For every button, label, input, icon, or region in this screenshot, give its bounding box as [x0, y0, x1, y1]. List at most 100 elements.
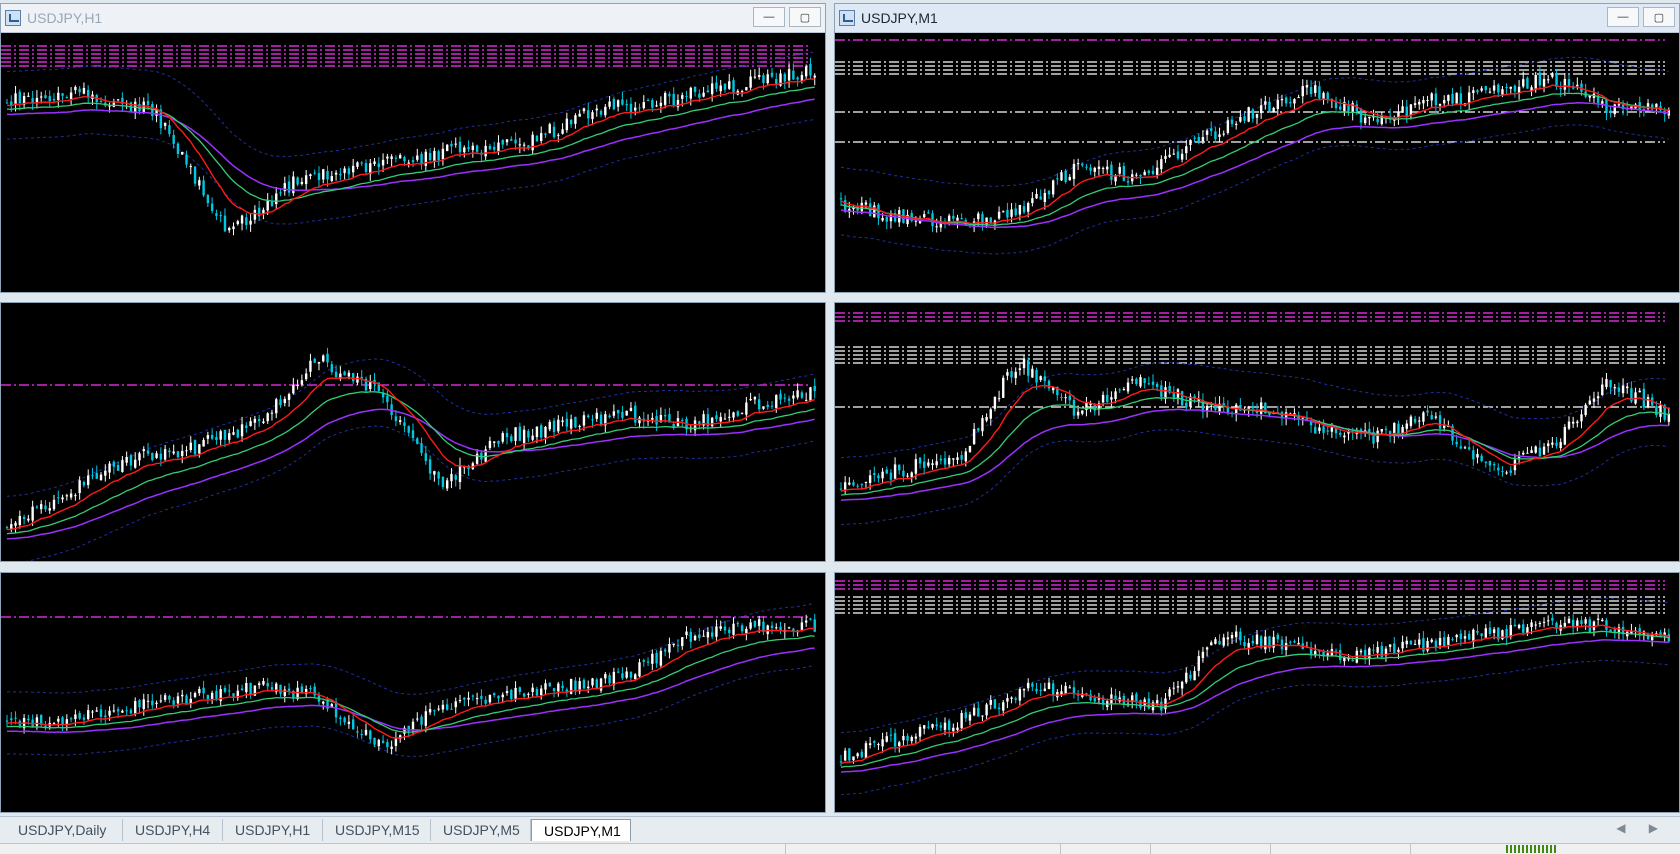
candle-body [437, 708, 440, 710]
candle-body [1522, 452, 1525, 455]
ma-mid-line [840, 630, 1669, 768]
candle-body [104, 470, 107, 476]
candle-body [977, 213, 980, 220]
candle-body [702, 92, 705, 97]
candle-body [463, 697, 466, 700]
price-chart[interactable] [835, 32, 1679, 292]
ma-slow-line [840, 102, 1669, 229]
candle-body [339, 173, 342, 176]
maximize-button[interactable]: ▢ [1643, 7, 1675, 27]
tab-usdjpy-m15[interactable]: USDJPY,M15 [323, 819, 431, 841]
candle-body [1064, 397, 1067, 399]
chart-window-4[interactable] [834, 302, 1680, 562]
chart-window-usdjpy-m1[interactable]: USDJPY,M1 — ▢ [834, 3, 1680, 293]
chart-window-5[interactable] [0, 572, 826, 813]
candle-body [1405, 640, 1408, 645]
candle-body [698, 93, 701, 98]
candle-body [61, 497, 64, 500]
candle-body [655, 105, 658, 107]
minimize-button[interactable]: — [1607, 7, 1639, 27]
candle-body [163, 449, 167, 460]
price-chart[interactable] [1, 32, 825, 292]
chart-window-titlebar[interactable]: USDJPY,M1 — ▢ [835, 4, 1679, 33]
candle-body [240, 688, 244, 691]
candle-body [1467, 92, 1471, 103]
candle-body [792, 395, 795, 399]
bollinger-lower [840, 429, 1669, 526]
candle-body [1068, 395, 1071, 401]
chart-window-6[interactable] [834, 572, 1680, 813]
price-chart[interactable] [1, 303, 825, 561]
candle-body [1226, 120, 1230, 133]
candlestick-chart[interactable] [835, 573, 1679, 812]
candle-body [595, 412, 598, 419]
candle-body [839, 488, 843, 490]
candle-body [1151, 381, 1155, 385]
candle-body [1010, 371, 1013, 378]
candle-body [262, 421, 265, 423]
candle-body [1293, 641, 1296, 643]
candle-body [1085, 166, 1088, 168]
candle-body [14, 93, 17, 105]
candlestick-chart[interactable] [835, 32, 1679, 292]
candle-body [215, 436, 218, 441]
candle-body [1022, 689, 1026, 691]
tab-usdjpy-h1[interactable]: USDJPY,H1 [223, 819, 323, 841]
candle-body [1380, 429, 1383, 432]
candle-body [770, 72, 774, 77]
candle-body [1068, 177, 1071, 181]
candle-body [155, 453, 158, 459]
minimize-button[interactable]: — [753, 7, 785, 27]
candle-body [906, 475, 909, 477]
candle-body [14, 717, 17, 719]
maximize-button[interactable]: ▢ [789, 7, 821, 27]
candle-body [1588, 400, 1591, 405]
candle-body [1551, 73, 1554, 77]
price-chart[interactable] [1, 573, 825, 812]
tab-usdjpy-daily[interactable]: USDJPY,Daily [6, 819, 123, 841]
chart-window-titlebar[interactable]: USDJPY,H1 — ▢ [1, 4, 825, 33]
chart-window-usdjpy-h1[interactable]: USDJPY,H1 — ▢ [0, 3, 826, 293]
candle-body [275, 193, 278, 205]
price-chart[interactable] [835, 303, 1679, 561]
candle-body [1164, 155, 1167, 159]
candle-body [753, 396, 757, 400]
candlestick-chart[interactable] [1, 303, 825, 561]
candle-body [228, 690, 231, 692]
candle-body [770, 405, 774, 407]
tab-usdjpy-m5[interactable]: USDJPY,M5 [431, 819, 531, 841]
candle-body [557, 419, 560, 432]
tab-usdjpy-m1[interactable]: USDJPY,M1 [531, 819, 631, 841]
candle-body [78, 88, 81, 93]
candle-body [74, 495, 77, 497]
candle-body [1201, 137, 1205, 142]
candle-body [757, 75, 761, 78]
chart-window-3[interactable] [0, 302, 826, 562]
candle-body [398, 155, 402, 159]
candlestick-chart[interactable] [835, 303, 1679, 561]
price-chart[interactable] [835, 573, 1679, 812]
candle-body [616, 671, 620, 673]
candle-body [565, 418, 569, 427]
candle-body [783, 74, 787, 82]
candle-body [176, 143, 180, 155]
candle-body [1168, 689, 1171, 697]
candle-body [608, 675, 611, 684]
candle-body [69, 718, 73, 720]
candle-body [997, 398, 1001, 400]
candle-body [1197, 137, 1200, 143]
tab-scroll-arrows[interactable]: ◀ ▶ [1616, 821, 1668, 835]
candlestick-chart[interactable] [1, 573, 825, 812]
candle-body [1031, 368, 1034, 378]
candle-body [168, 125, 171, 135]
candle-body [1251, 406, 1255, 409]
candle-body [5, 720, 9, 722]
candle-body [792, 70, 795, 80]
candle-body [347, 372, 351, 377]
candle-body [35, 506, 39, 508]
candle-body [424, 151, 428, 166]
candle-body [968, 714, 972, 721]
candle-body [1172, 687, 1175, 689]
tab-usdjpy-h4[interactable]: USDJPY,H4 [123, 819, 223, 841]
candlestick-chart[interactable] [1, 32, 825, 292]
